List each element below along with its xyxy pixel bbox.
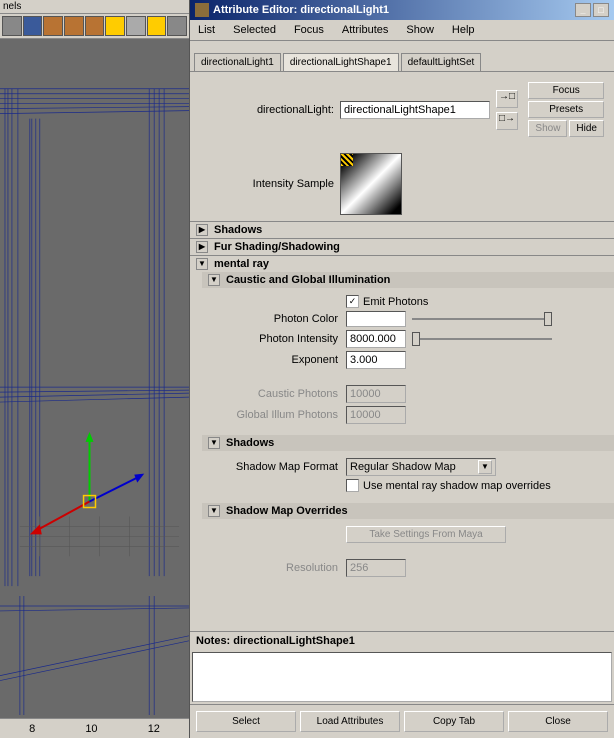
- timeline[interactable]: 8 10 12: [0, 718, 189, 738]
- shelf-icon[interactable]: [23, 16, 43, 36]
- exponent-label: Exponent: [226, 354, 346, 366]
- select-button[interactable]: Select: [196, 711, 296, 732]
- section-title: Shadow Map Overrides: [226, 505, 348, 517]
- shelf-icon[interactable]: [64, 16, 84, 36]
- shelf-icon[interactable]: [167, 16, 187, 36]
- intensity-sample-swatch: [340, 153, 402, 215]
- resolution-label: Resolution: [226, 562, 346, 574]
- section-overrides[interactable]: ▼ Shadow Map Overrides: [202, 503, 614, 519]
- use-overrides-checkbox[interactable]: [346, 479, 359, 492]
- expand-icon: ▼: [208, 437, 220, 449]
- shelf: [0, 14, 189, 39]
- take-settings-button: Take Settings From Maya: [346, 526, 506, 543]
- shelf-icon[interactable]: [147, 16, 167, 36]
- tab-bar: directionalLight1 directionalLightShape1…: [190, 49, 614, 71]
- shelf-icon[interactable]: [105, 16, 125, 36]
- chevron-down-icon: ▼: [478, 460, 492, 474]
- emit-photons-checkbox[interactable]: ✓: [346, 295, 359, 308]
- shelf-icon[interactable]: [2, 16, 22, 36]
- minimize-button[interactable]: _: [575, 3, 591, 17]
- section-mentalray[interactable]: ▼ mental ray: [190, 256, 614, 272]
- node-name-input[interactable]: [340, 101, 490, 119]
- shelf-icon[interactable]: [43, 16, 63, 36]
- section-shadows2[interactable]: ▼ Shadows: [202, 435, 614, 451]
- global-illum-label: Global Illum Photons: [226, 409, 346, 421]
- output-connection-icon[interactable]: □→: [496, 112, 518, 130]
- select-value: Regular Shadow Map: [350, 461, 456, 473]
- section-title: Caustic and Global Illumination: [226, 274, 390, 286]
- global-illum-input: [346, 406, 406, 424]
- use-overrides-label: Use mental ray shadow map overrides: [363, 480, 551, 492]
- tab-shape[interactable]: directionalLightShape1: [283, 53, 399, 72]
- caustic-photons-label: Caustic Photons: [226, 388, 346, 400]
- menu-bar: List Selected Focus Attributes Show Help: [190, 20, 614, 41]
- window-titlebar: Attribute Editor: directionalLight1 _ □: [190, 0, 614, 20]
- section-title: mental ray: [214, 258, 269, 270]
- expand-icon: ▼: [208, 505, 220, 517]
- input-connection-icon[interactable]: →□: [496, 90, 518, 108]
- menu-attributes[interactable]: Attributes: [338, 22, 392, 38]
- notes-header: Notes: directionalLightShape1: [190, 631, 614, 650]
- shelf-icon[interactable]: [126, 16, 146, 36]
- shelf-icon[interactable]: [85, 16, 105, 36]
- window-title: Attribute Editor: directionalLight1: [213, 4, 575, 16]
- menu-show[interactable]: Show: [402, 22, 438, 38]
- close-button[interactable]: Close: [508, 711, 608, 732]
- caustic-photons-input: [346, 385, 406, 403]
- resolution-input: [346, 559, 406, 577]
- collapse-icon: ▶: [196, 224, 208, 236]
- tab-light[interactable]: directionalLight1: [194, 53, 281, 71]
- shadow-format-select[interactable]: Regular Shadow Map ▼: [346, 458, 496, 476]
- collapse-icon: ▶: [196, 241, 208, 253]
- photon-intensity-input[interactable]: [346, 330, 406, 348]
- maximize-button[interactable]: □: [593, 3, 609, 17]
- section-title: Fur Shading/Shadowing: [214, 241, 340, 253]
- photon-color-label: Photon Color: [226, 313, 346, 325]
- show-button[interactable]: Show: [528, 120, 567, 137]
- menu-selected[interactable]: Selected: [229, 22, 280, 38]
- expand-icon: ▼: [208, 274, 220, 286]
- frame-label: 10: [85, 723, 97, 735]
- copy-tab-button[interactable]: Copy Tab: [404, 711, 504, 732]
- exponent-input[interactable]: [346, 351, 406, 369]
- photon-color-swatch[interactable]: [346, 311, 406, 327]
- section-caustic[interactable]: ▼ Caustic and Global Illumination: [202, 272, 614, 288]
- notes-textarea[interactable]: [192, 652, 612, 702]
- emit-photons-label: Emit Photons: [363, 296, 428, 308]
- photon-intensity-label: Photon Intensity: [226, 333, 346, 345]
- photon-color-slider[interactable]: [412, 311, 552, 327]
- name-label: directionalLight:: [200, 104, 340, 116]
- frame-label: 8: [29, 723, 35, 735]
- section-title: Shadows: [226, 437, 274, 449]
- window-icon: [195, 3, 209, 17]
- tab-lightset[interactable]: defaultLightSet: [401, 53, 482, 71]
- sample-label: Intensity Sample: [200, 178, 340, 190]
- menu-help[interactable]: Help: [448, 22, 479, 38]
- section-fur[interactable]: ▶ Fur Shading/Shadowing: [190, 239, 614, 255]
- hide-button[interactable]: Hide: [569, 120, 604, 137]
- expand-icon: ▼: [196, 258, 208, 270]
- section-shadows[interactable]: ▶ Shadows: [190, 222, 614, 238]
- panel-title: nels: [0, 0, 189, 14]
- frame-label: 12: [148, 723, 160, 735]
- menu-list[interactable]: List: [194, 22, 219, 38]
- section-title: Shadows: [214, 224, 262, 236]
- menu-focus[interactable]: Focus: [290, 22, 328, 38]
- focus-button[interactable]: Focus: [528, 82, 604, 99]
- viewport-3d[interactable]: [0, 39, 189, 718]
- shadow-format-label: Shadow Map Format: [226, 461, 346, 473]
- load-attributes-button[interactable]: Load Attributes: [300, 711, 400, 732]
- photon-intensity-slider[interactable]: [412, 331, 552, 347]
- presets-button[interactable]: Presets: [528, 101, 604, 118]
